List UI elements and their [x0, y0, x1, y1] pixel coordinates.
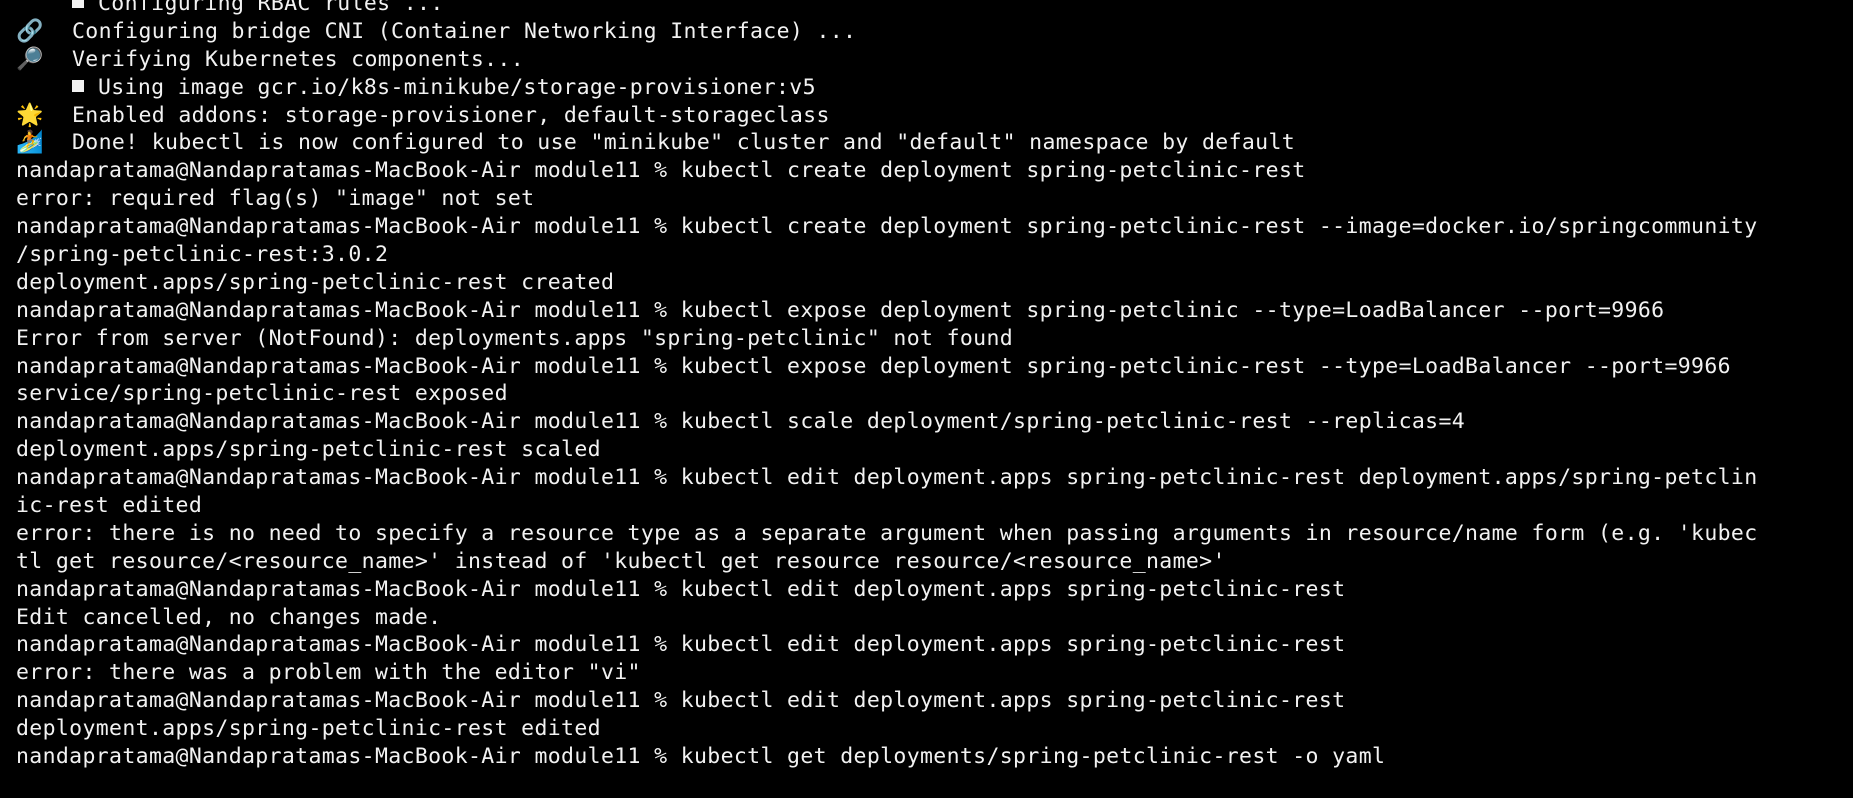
terminal-line-text: ic-rest edited — [16, 493, 203, 519]
terminal-line-text: nandapratama@Nandapratamas-MacBook-Air m… — [16, 158, 1306, 184]
terminal-line-text: service/spring-petclinic-rest exposed — [16, 381, 508, 407]
terminal-line: error: there was a problem with the edit… — [0, 659, 1853, 687]
terminal-line: service/spring-petclinic-rest exposed — [0, 380, 1853, 408]
terminal-line-text: nandapratama@Nandapratamas-MacBook-Air m… — [16, 632, 1346, 658]
terminal-line: nandapratama@Nandapratamas-MacBook-Air m… — [0, 464, 1853, 492]
terminal-line-text: Done! kubectl is now configured to use "… — [72, 130, 1296, 156]
terminal-line: Configuring RBAC rules ... — [0, 0, 1853, 18]
terminal-line: error: there is no need to specify a res… — [0, 520, 1853, 548]
terminal-line-text: nandapratama@Nandapratamas-MacBook-Air m… — [16, 409, 1466, 435]
terminal-line: 🔗 Configuring bridge CNI (Container Netwo… — [0, 18, 1853, 46]
terminal-line: nandapratama@Nandapratamas-MacBook-Air m… — [0, 743, 1853, 771]
terminal-line: ic-rest edited — [0, 492, 1853, 520]
terminal-line-text: nandapratama@Nandapratamas-MacBook-Air m… — [16, 353, 1731, 379]
terminal-line: error: required flag(s) "image" not set — [0, 185, 1853, 213]
terminal-line: deployment.apps/spring-petclinic-rest ed… — [0, 715, 1853, 743]
bullet-square-icon — [72, 0, 84, 8]
terminal-line: nandapratama@Nandapratamas-MacBook-Air m… — [0, 576, 1853, 604]
terminal-line: tl get resource/<resource_name>' instead… — [0, 548, 1853, 576]
terminal-line-text: Configuring bridge CNI (Container Networ… — [72, 18, 857, 44]
link-icon: 🔗 — [16, 18, 44, 44]
terminal-line-text: error: required flag(s) "image" not set — [16, 186, 535, 212]
terminal-line: nandapratama@Nandapratamas-MacBook-Air m… — [0, 213, 1853, 241]
terminal-line-text: nandapratama@Nandapratamas-MacBook-Air m… — [16, 297, 1665, 323]
terminal-line-text: /spring-petclinic-rest:3.0.2 — [16, 242, 389, 268]
terminal-line-text: error: there is no need to specify a res… — [16, 520, 1758, 546]
terminal-line: nandapratama@Nandapratamas-MacBook-Air m… — [0, 157, 1853, 185]
terminal-line-text: nandapratama@Nandapratamas-MacBook-Air m… — [16, 465, 1758, 491]
terminal-line-text: error: there was a problem with the edit… — [16, 660, 641, 686]
terminal-line: Edit cancelled, no changes made. — [0, 604, 1853, 632]
terminal-line-text: tl get resource/<resource_name>' instead… — [16, 548, 1226, 574]
terminal-line: nandapratama@Nandapratamas-MacBook-Air m… — [0, 687, 1853, 715]
terminal-line: /spring-petclinic-rest:3.0.2 — [0, 241, 1853, 269]
terminal-window[interactable]: Configuring RBAC rules ... 🔗 Configuring b… — [0, 0, 1853, 798]
surfer-icon: 🏄 — [16, 130, 44, 156]
terminal-line: Error from server (NotFound): deployment… — [0, 325, 1853, 353]
terminal-line: nandapratama@Nandapratamas-MacBook-Air m… — [0, 297, 1853, 325]
terminal-line: deployment.apps/spring-petclinic-rest sc… — [0, 436, 1853, 464]
terminal-line-text: nandapratama@Nandapratamas-MacBook-Air m… — [16, 688, 1346, 714]
terminal-line-text: Verifying Kubernetes components... — [72, 46, 524, 72]
terminal-line-text: Configuring RBAC rules ... — [98, 0, 444, 16]
bullet-square-icon — [72, 79, 84, 92]
terminal-line: Using image gcr.io/k8s-minikube/storage-… — [0, 74, 1853, 102]
terminal-line-text: nandapratama@Nandapratamas-MacBook-Air m… — [16, 744, 1386, 770]
terminal-line-text: nandapratama@Nandapratamas-MacBook-Air m… — [16, 576, 1346, 602]
terminal-line: nandapratama@Nandapratamas-MacBook-Air m… — [0, 408, 1853, 436]
terminal-line: deployment.apps/spring-petclinic-rest cr… — [0, 269, 1853, 297]
terminal-line: 🔎 Verifying Kubernetes components... — [0, 46, 1853, 74]
terminal-line-text: deployment.apps/spring-petclinic-rest sc… — [16, 437, 601, 463]
terminal-line-text: Edit cancelled, no changes made. — [16, 604, 442, 630]
terminal-line-text: Enabled addons: storage-provisioner, def… — [72, 102, 830, 128]
terminal-line: 🏄 Done! kubectl is now configured to use … — [0, 129, 1853, 157]
star-icon: 🌟 — [16, 102, 44, 128]
terminal-output: Configuring RBAC rules ... 🔗 Configuring b… — [0, 0, 1853, 771]
terminal-line: 🌟 Enabled addons: storage-provisioner, de… — [0, 102, 1853, 130]
terminal-line-text: Using image gcr.io/k8s-minikube/storage-… — [98, 74, 816, 100]
terminal-line-text: deployment.apps/spring-petclinic-rest ed… — [16, 716, 601, 742]
terminal-line-text: nandapratama@Nandapratamas-MacBook-Air m… — [16, 214, 1758, 240]
terminal-line-text: deployment.apps/spring-petclinic-rest cr… — [16, 269, 615, 295]
terminal-line: nandapratama@Nandapratamas-MacBook-Air m… — [0, 631, 1853, 659]
magnifier-icon: 🔎 — [16, 46, 44, 72]
terminal-line: nandapratama@Nandapratamas-MacBook-Air m… — [0, 353, 1853, 381]
terminal-line-text: Error from server (NotFound): deployment… — [16, 325, 1014, 351]
